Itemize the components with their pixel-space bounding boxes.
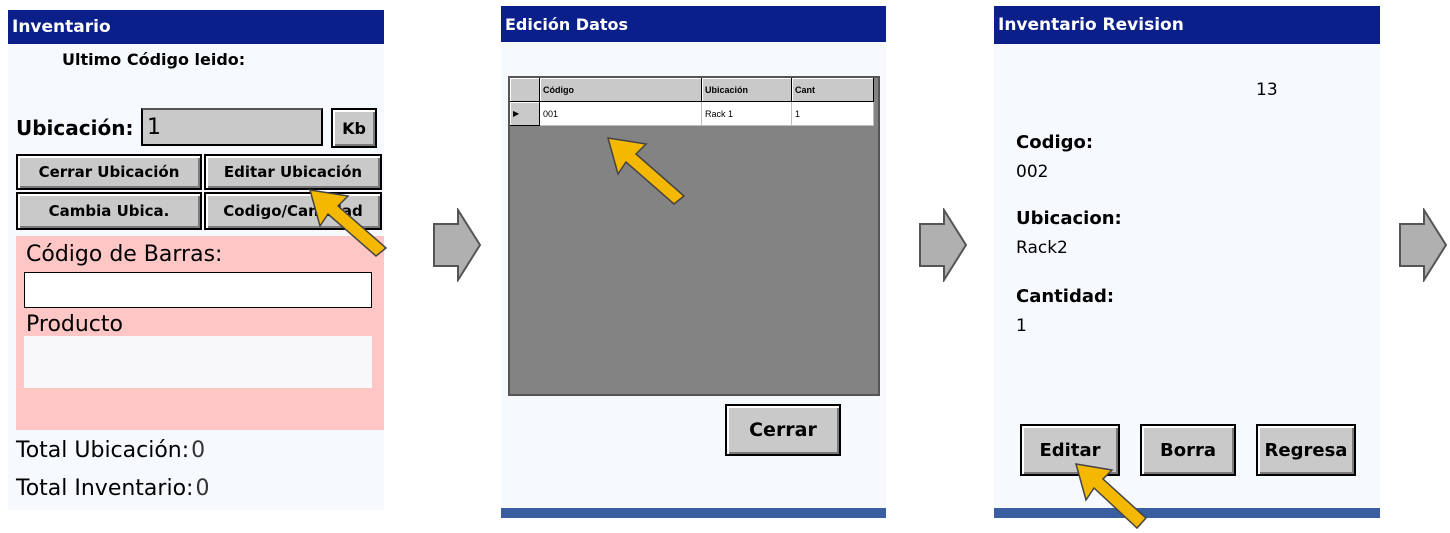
- last-code-label: Ultimo Código leido:: [62, 50, 246, 69]
- table-cell-text: 001: [543, 108, 559, 119]
- arrow-right-icon: [433, 208, 482, 282]
- total-location-value: 0: [191, 438, 206, 463]
- change-location-button-label: Cambia Ubica.: [48, 202, 170, 220]
- pointer-cursor-icon: [308, 189, 388, 257]
- code-label: Codigo:: [1016, 132, 1094, 153]
- data-grid: Código Ubicación Cant ▶ 001 Rack 1 1: [508, 76, 880, 396]
- delete-button-label: Borra: [1160, 439, 1216, 461]
- grid-column-header[interactable]: Ubicación: [702, 78, 792, 102]
- barcode-panel: Código de Barras: Producto: [16, 236, 384, 430]
- title-bar: Inventario Revision: [994, 6, 1380, 44]
- change-location-button[interactable]: Cambia Ubica.: [16, 192, 202, 230]
- arrow-right-icon: [1399, 208, 1448, 282]
- table-cell[interactable]: Rack 1: [702, 102, 792, 126]
- return-button[interactable]: Regresa: [1256, 424, 1356, 476]
- close-button[interactable]: Cerrar: [725, 404, 841, 456]
- code-value: 002: [1016, 162, 1049, 182]
- location-input-value: 1: [147, 114, 161, 140]
- window-title: Edición Datos: [505, 14, 629, 34]
- total-location-label: Total Ubicación:: [16, 438, 190, 463]
- record-count: 13: [1256, 80, 1278, 100]
- grid-column-header-label: Código: [543, 84, 574, 95]
- pointer-cursor-icon: [606, 137, 686, 205]
- grid-column-header-label: Ubicación: [705, 84, 749, 95]
- product-label: Producto: [26, 312, 123, 337]
- grid-row-header-corner: [510, 78, 540, 102]
- location-value: Rack2: [1016, 238, 1068, 258]
- return-button-label: Regresa: [1264, 439, 1348, 461]
- bottom-bar: [994, 508, 1380, 518]
- screen-inventario-revision: Inventario Revision 13 Codigo: 002 Ubica…: [994, 6, 1380, 518]
- total-inventory: Total Inventario: 0: [16, 476, 209, 501]
- screen-edicion-datos: Edición Datos Código Ubicación Cant ▶ 00…: [501, 6, 886, 518]
- title-bar: Inventario: [8, 10, 384, 44]
- location-input[interactable]: 1: [141, 108, 323, 146]
- title-bar: Edición Datos: [501, 6, 886, 42]
- table-cell[interactable]: 1: [792, 102, 874, 126]
- barcode-input[interactable]: [24, 272, 372, 308]
- row-indicator-icon: ▶: [513, 109, 520, 118]
- barcode-label: Código de Barras:: [26, 242, 223, 267]
- product-display: [24, 336, 372, 388]
- window-title: Inventario Revision: [998, 15, 1184, 35]
- pointer-cursor-icon: [1074, 463, 1148, 530]
- grid-column-header[interactable]: Cant: [792, 78, 874, 102]
- arrow-right-icon: [919, 208, 968, 282]
- total-inventory-value: 0: [195, 476, 210, 501]
- table-cell-text: 1: [795, 108, 801, 119]
- total-inventory-label: Total Inventario:: [16, 476, 194, 501]
- delete-button[interactable]: Borra: [1140, 424, 1236, 476]
- screen-inventario: Inventario Ultimo Código leido: Ubicació…: [8, 10, 384, 510]
- location-label: Ubicación:: [16, 116, 134, 140]
- close-location-button-label: Cerrar Ubicación: [38, 163, 180, 181]
- location-label: Ubicacion:: [1016, 208, 1122, 229]
- keyboard-button-label: Kb: [342, 118, 366, 138]
- total-location: Total Ubicación: 0: [16, 438, 205, 463]
- grid-row-indicator[interactable]: ▶: [510, 102, 540, 126]
- close-button-label: Cerrar: [749, 419, 817, 441]
- table-cell[interactable]: 001: [540, 102, 702, 126]
- bottom-bar: [501, 508, 886, 518]
- quantity-label: Cantidad:: [1016, 286, 1115, 307]
- window-title: Inventario: [12, 17, 111, 37]
- grid-column-header[interactable]: Código: [540, 78, 702, 102]
- close-location-button[interactable]: Cerrar Ubicación: [16, 154, 202, 190]
- table-cell-text: Rack 1: [705, 108, 734, 119]
- quantity-value: 1: [1016, 316, 1027, 336]
- keyboard-button[interactable]: Kb: [331, 108, 377, 148]
- grid-column-header-label: Cant: [795, 84, 815, 95]
